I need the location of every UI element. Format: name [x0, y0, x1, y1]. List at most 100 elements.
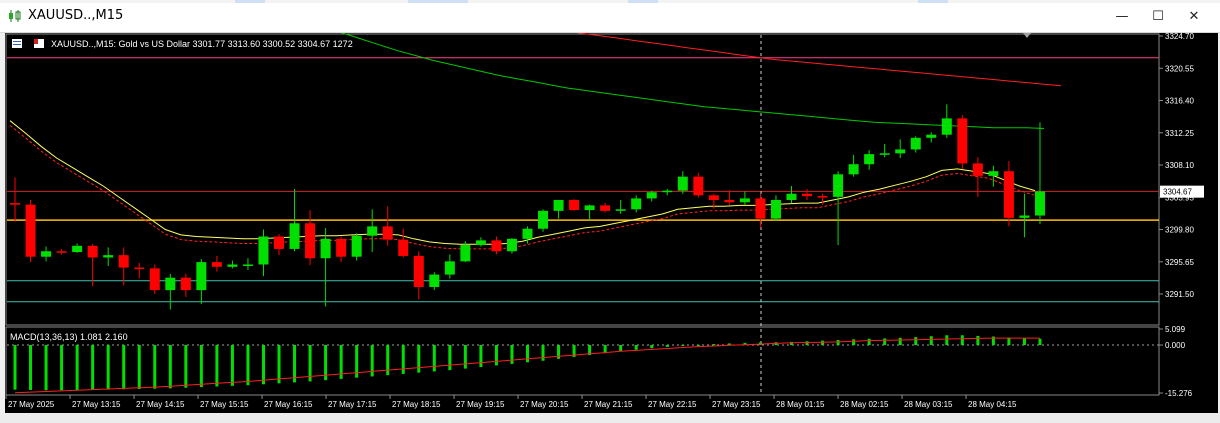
- candle[interactable]: [227, 260, 238, 269]
- macd-bar: [634, 345, 638, 350]
- toolbar-tab[interactable]: [408, 0, 468, 3]
- macd-label: MACD(13,36,13) 1.081 2.160: [10, 332, 128, 342]
- candle[interactable]: [320, 227, 331, 307]
- macd-bar: [277, 345, 281, 384]
- candle[interactable]: [910, 136, 921, 153]
- candle[interactable]: [864, 150, 875, 170]
- candle[interactable]: [258, 229, 269, 277]
- macd-bar: [712, 344, 716, 346]
- maximize-button[interactable]: ☐: [1140, 4, 1176, 28]
- time-axis-label: 27 May 19:15: [456, 400, 505, 409]
- candle[interactable]: [429, 272, 440, 291]
- macd-bar: [153, 345, 157, 389]
- candle[interactable]: [724, 189, 735, 205]
- candle[interactable]: [941, 104, 952, 138]
- time-axis-label: 28 May 03:15: [904, 400, 953, 409]
- chart-header: XAUUSD..,M15: Gold vs US Dollar 3301.77 …: [12, 39, 353, 49]
- candle[interactable]: [165, 273, 176, 310]
- candle[interactable]: [1034, 122, 1045, 225]
- candle[interactable]: [802, 189, 813, 200]
- price-chart[interactable]: XAUUSD..,M15: Gold vs US Dollar 3301.77 …: [5, 0, 1218, 413]
- candle[interactable]: [739, 191, 750, 205]
- price-axis-label: 3316.40: [1165, 97, 1194, 106]
- candle[interactable]: [413, 251, 424, 300]
- candle[interactable]: [134, 262, 145, 279]
- time-axis-label: 28 May 02:15: [840, 400, 889, 409]
- candle[interactable]: [491, 236, 502, 255]
- candle[interactable]: [103, 247, 114, 267]
- time-axis-label: 27 May 22:15: [648, 400, 697, 409]
- candle[interactable]: [895, 139, 906, 159]
- candle[interactable]: [786, 185, 797, 204]
- candle[interactable]: [770, 195, 781, 221]
- candle[interactable]: [584, 204, 595, 221]
- candle[interactable]: [274, 234, 285, 256]
- scroll-marker-icon[interactable]: [1023, 33, 1031, 38]
- candle[interactable]: [242, 258, 253, 270]
- candle[interactable]: [693, 172, 704, 198]
- status-strip: [0, 413, 1220, 423]
- candle[interactable]: [662, 189, 673, 196]
- candle[interactable]: [1019, 193, 1030, 238]
- candle[interactable]: [10, 177, 20, 222]
- candle[interactable]: [367, 209, 378, 253]
- time-axis: 27 May 2025 27 May 13:15 27 May 14:15 27 Ma…: [5, 395, 1017, 409]
- candle[interactable]: [1003, 161, 1014, 227]
- minimize-button[interactable]: —: [1104, 4, 1140, 28]
- symbol-info: XAUUSD..,M15: Gold vs US Dollar 3301.77 …: [51, 39, 353, 49]
- candle[interactable]: [755, 193, 766, 228]
- candle[interactable]: [118, 247, 129, 286]
- candle[interactable]: [180, 273, 191, 298]
- toolbar-tab[interactable]: [918, 0, 948, 3]
- candle[interactable]: [351, 233, 362, 261]
- candle[interactable]: [444, 254, 455, 279]
- candle[interactable]: [87, 244, 98, 287]
- macd-bar: [510, 345, 514, 364]
- candle[interactable]: [25, 199, 36, 263]
- candle[interactable]: [196, 259, 207, 305]
- candle[interactable]: [382, 206, 393, 246]
- candle[interactable]: [475, 237, 486, 247]
- toolbar-tab[interactable]: [235, 0, 265, 3]
- chart-menu-icon[interactable]: [12, 39, 22, 48]
- chart-area[interactable]: XAUUSD..,M15: Gold vs US Dollar 3301.77 …: [5, 0, 1218, 413]
- candle[interactable]: [305, 210, 316, 266]
- candle[interactable]: [957, 115, 968, 169]
- candle[interactable]: [56, 248, 67, 255]
- candle[interactable]: [988, 165, 999, 187]
- macd-bar: [883, 338, 887, 346]
- candle[interactable]: [506, 238, 517, 254]
- candle[interactable]: [553, 199, 564, 219]
- candle[interactable]: [646, 190, 657, 202]
- macd-bar: [898, 337, 902, 346]
- candle[interactable]: [72, 243, 83, 253]
- macd-bar: [619, 345, 623, 352]
- candle[interactable]: [569, 199, 580, 211]
- macd-bar: [821, 340, 825, 346]
- candle[interactable]: [615, 199, 626, 214]
- macd-bar: [1022, 338, 1026, 346]
- macd-bar: [44, 345, 48, 391]
- candle[interactable]: [848, 154, 859, 177]
- macd-bar: [945, 335, 949, 346]
- candle[interactable]: [149, 264, 160, 294]
- window-titlebar: XAUUSD..,M15 — ☐ ✕: [0, 0, 1220, 33]
- candle[interactable]: [336, 236, 347, 263]
- candle[interactable]: [833, 171, 844, 246]
- candle[interactable]: [600, 203, 611, 213]
- candle[interactable]: [211, 255, 222, 272]
- time-axis-label: 27 May 14:15: [136, 400, 185, 409]
- price-axis-label: 3295.65: [1165, 258, 1194, 267]
- candle[interactable]: [926, 132, 937, 143]
- macd-bar: [417, 345, 421, 373]
- price-axis-label: 3291.50: [1165, 290, 1194, 299]
- candle[interactable]: [538, 209, 549, 232]
- candle[interactable]: [879, 144, 890, 158]
- candle[interactable]: [41, 246, 52, 262]
- candle[interactable]: [677, 171, 688, 194]
- candle[interactable]: [398, 228, 409, 258]
- candle[interactable]: [631, 195, 642, 213]
- close-button[interactable]: ✕: [1176, 4, 1212, 28]
- toolbar-tab[interactable]: [628, 0, 658, 3]
- macd-bar: [184, 345, 188, 388]
